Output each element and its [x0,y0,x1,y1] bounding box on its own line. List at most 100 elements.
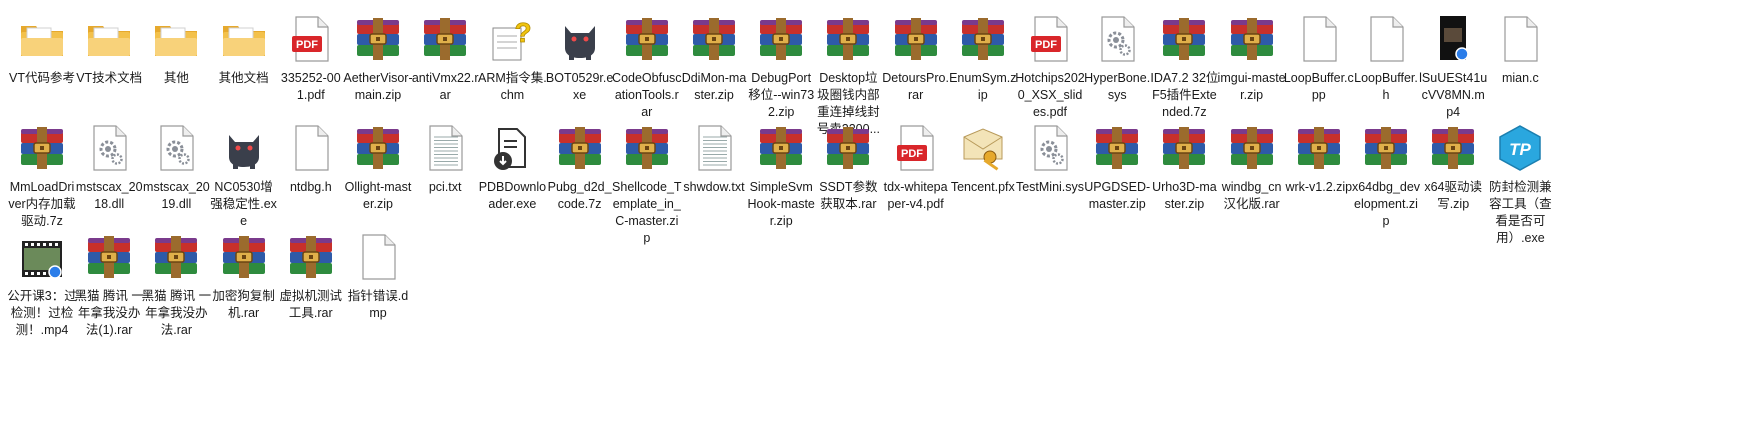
file-name-label: lSuUESt41ucVV8MN.mp4 [1419,71,1488,119]
archive-icon [958,14,1008,64]
file-name-label: Ollight-master.zip [344,180,412,211]
file-name-label: EnumSym.zip [949,71,1017,102]
file-item[interactable]: x64驱动读写.zip [1418,123,1488,241]
file-item[interactable]: Urho3D-master.zip [1149,123,1219,241]
file-item[interactable]: windbg_cn汉化版.rar [1217,123,1287,241]
file-item[interactable]: SSDT参数获取本.rar [813,123,883,241]
file-name-label: 防封检测兼容工具（查看是否可用）.exe [1489,180,1552,245]
file-name-label: imgui-master.zip [1217,71,1286,102]
file-name-label: LoopBuffer.cpp [1283,71,1354,102]
archive-icon [286,232,336,282]
archive-icon [823,123,873,173]
file-item[interactable]: PDBDownloader.exe [477,123,547,241]
file-name-label: windbg_cn汉化版.rar [1221,180,1282,211]
file-item[interactable]: 虚拟机测试工具.rar [276,232,346,350]
file-item[interactable]: Shellcode_Template_in_C-master.zip [612,123,682,245]
file-item[interactable]: x64dbg_development.zip [1351,123,1421,241]
file-item[interactable]: 黑猫 腾讯 一年拿我没办法.rar [141,232,211,350]
file-item[interactable]: PDF tdx-whitepaper-v4.pdf [881,123,951,241]
file-item[interactable]: ntdbg.h [276,123,346,241]
file-item[interactable]: HyperBone.sys [1082,14,1152,132]
file-item[interactable]: mian.c [1485,14,1555,132]
file-name-label: 虚拟机测试工具.rar [279,289,343,320]
file-item[interactable]: VT代码参考 [7,14,77,132]
file-item[interactable]: 黑猫 腾讯 一年拿我没办法(1).rar [74,232,144,350]
file-item[interactable]: mstscax_2018.dll [74,123,144,241]
file-item[interactable]: DdiMon-master.zip [679,14,749,132]
video-thumbnail-icon [1428,14,1478,64]
file-item[interactable]: Pubg_d2d_code.7z [545,123,615,241]
file-item[interactable]: VT技术文档 [74,14,144,132]
file-item[interactable]: NC0530增强稳定性.exe [209,123,279,241]
file-item[interactable]: AetherVisor-main.zip [343,14,413,132]
file-item[interactable]: Tencent.pfx [948,123,1018,241]
folder-icon [219,14,269,64]
file-item[interactable]: MmLoadDriver内存加载驱动.7z [7,123,77,241]
file-item[interactable]: DebugPort移位--win732.zip [746,14,816,132]
file-item[interactable]: imgui-master.zip [1217,14,1287,132]
file-name-label: BOT0529r.exe [545,71,614,102]
file-item[interactable]: Ollight-master.zip [343,123,413,241]
file-name-label: 黑猫 腾讯 一年拿我没办法.rar [141,289,212,337]
file-item[interactable]: BOT0529r.exe [545,14,615,132]
blank-file-icon [1495,14,1545,64]
tp-app-icon: TP [1495,123,1545,173]
blank-file-icon [286,123,336,173]
file-item[interactable]: 加密狗复制机.rar [209,232,279,350]
file-item[interactable]: lSuUESt41ucVV8MN.mp4 [1418,14,1488,132]
cat-app-icon [219,123,269,173]
file-item[interactable]: mstscax_2019.dll [141,123,211,241]
file-item[interactable]: 公开课3：过检测！过检测！.mp4 [7,232,77,350]
file-item[interactable]: DetoursPro.rar [881,14,951,132]
archive-icon [1361,123,1411,173]
archive-icon [84,232,134,282]
file-name-label: MmLoadDriver内存加载驱动.7z [8,180,76,228]
file-name-label: NC0530增强稳定性.exe [210,180,277,228]
file-name-label: 指针错误.dmp [347,289,409,320]
file-name-label: Shellcode_Template_in_C-master.zip [612,180,682,245]
folder-icon [84,14,134,64]
file-item[interactable]: CodeObfuscationTools.rar [612,14,682,132]
file-name-label: wrk-v1.2.zip [1285,180,1353,194]
file-item[interactable]: IDA7.2 32位F5插件Extended.7z [1149,14,1219,132]
archive-icon [353,14,403,64]
file-item[interactable]: 指针错误.dmp [343,232,413,350]
file-item[interactable]: TestMini.sys [1015,123,1085,241]
file-item[interactable]: 其他 [141,14,211,132]
archive-icon [756,14,806,64]
blank-file-icon [1294,14,1344,64]
file-name-label: UPGDSED-master.zip [1084,180,1151,211]
file-item[interactable]: ? ARM指令集.chm [477,14,547,132]
file-item[interactable]: shwdow.txt [679,123,749,241]
file-item[interactable]: PDF Hotchips2020_XSX_slides.pdf [1015,14,1085,132]
file-name-label: antiVmx22.rar [411,71,479,102]
pdf-icon: PDF [286,14,336,64]
file-name-label: CodeObfuscationTools.rar [612,71,682,119]
file-item[interactable]: LoopBuffer.h [1351,14,1421,132]
file-item[interactable]: antiVmx22.rar [410,14,480,132]
file-item[interactable]: UPGDSED-master.zip [1082,123,1152,241]
cat-app-icon [555,14,605,64]
archive-icon [622,123,672,173]
archive-icon [420,14,470,64]
archive-icon [823,14,873,64]
blank-file-icon [353,232,403,282]
file-item[interactable]: wrk-v1.2.zip [1284,123,1354,241]
certificate-icon [958,123,1008,173]
file-item[interactable]: Desktop垃圾圈钱内部重连掉线封号卖2200... [813,14,883,136]
archive-icon [1159,14,1209,64]
file-name-label: ARM指令集.chm [478,71,547,102]
file-item[interactable]: LoopBuffer.cpp [1284,14,1354,132]
archive-icon [219,232,269,282]
archive-icon [622,14,672,64]
file-name-label: 公开课3：过检测！过检测！.mp4 [7,289,77,337]
file-item[interactable]: TP 防封检测兼容工具（查看是否可用）.exe [1485,123,1555,245]
archive-icon [689,14,739,64]
file-item[interactable]: EnumSym.zip [948,14,1018,132]
file-name-label: 335252-001.pdf [280,71,341,102]
file-item[interactable]: SimpleSvmHook-master.zip [746,123,816,241]
file-item[interactable]: pci.txt [410,123,480,241]
file-item[interactable]: 其他文档 [209,14,279,132]
file-item[interactable]: PDF 335252-001.pdf [276,14,346,132]
file-name-label: TestMini.sys [1015,180,1085,194]
